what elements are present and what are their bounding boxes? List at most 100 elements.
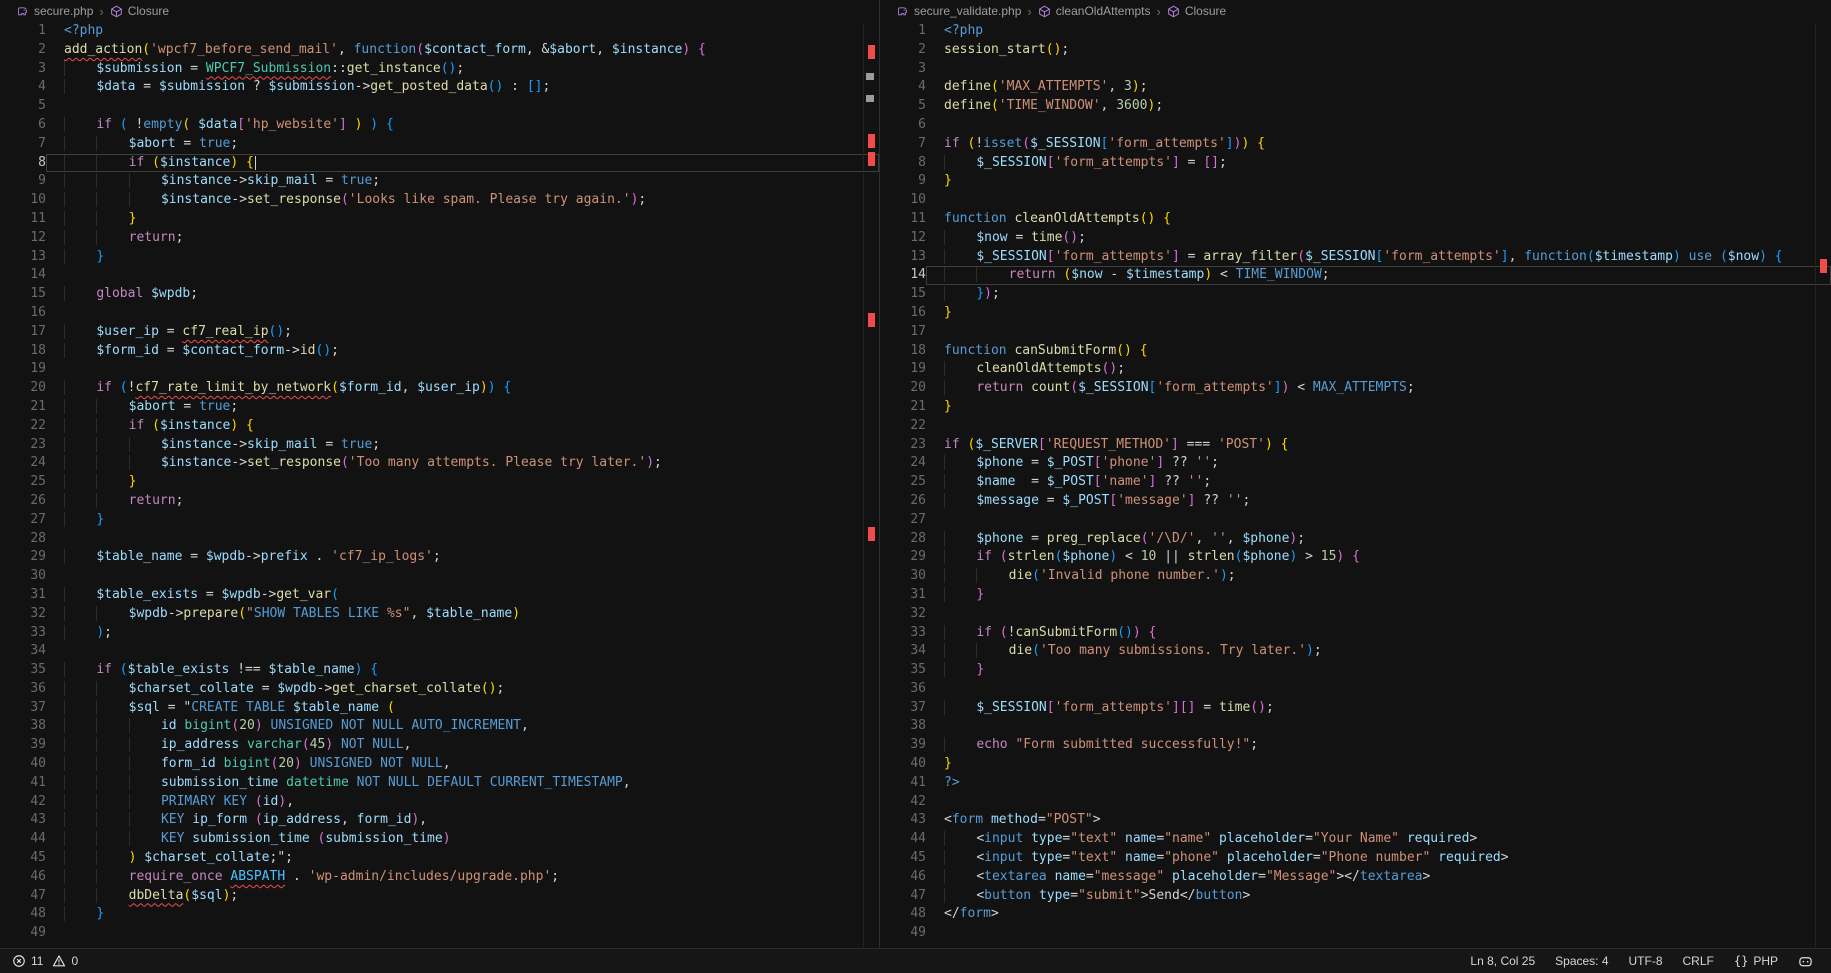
code-line[interactable]: 18function canSubmitForm() { <box>880 342 1831 361</box>
code-line[interactable]: 19 <box>0 360 879 379</box>
code-line[interactable]: 29 $table_name = $wpdb->prefix . 'cf7_ip… <box>0 548 879 567</box>
code-line[interactable]: 25 $name = $_POST['name'] ?? ''; <box>880 473 1831 492</box>
code-line[interactable]: 38 id bigint(20) UNSIGNED NOT NULL AUTO_… <box>0 717 879 736</box>
code-line[interactable]: 42 PRIMARY KEY (id), <box>0 793 879 812</box>
code-line[interactable]: 40} <box>880 755 1831 774</box>
code-line[interactable]: 21 $abort = true; <box>0 398 879 417</box>
code-line[interactable]: 1<?php <box>880 22 1831 41</box>
code-line[interactable]: 43 KEY ip_form (ip_address, form_id), <box>0 811 879 830</box>
code-line[interactable]: 49 <box>0 924 879 943</box>
code-line[interactable]: 29 if (strlen($phone) < 10 || strlen($ph… <box>880 548 1831 567</box>
code-line[interactable]: 10 $instance->set_response('Looks like s… <box>0 191 879 210</box>
code-line[interactable]: 3 $submission = WPCF7_Submission::get_in… <box>0 60 879 79</box>
code-line[interactable]: 31 } <box>880 586 1831 605</box>
code-line[interactable]: 6 if ( !empty( $data['hp_website'] ) ) { <box>0 116 879 135</box>
code-line[interactable]: 36 $charset_collate = $wpdb->get_charset… <box>0 680 879 699</box>
code-line[interactable]: 9 $instance->skip_mail = true; <box>0 172 879 191</box>
code-line[interactable]: 7 $abort = true; <box>0 135 879 154</box>
code-area[interactable]: 1<?php2session_start();34define('MAX_ATT… <box>880 22 1831 943</box>
code-line[interactable]: 47 <button type="submit">Send</button> <box>880 887 1831 906</box>
code-line[interactable]: 2add_action('wpcf7_before_send_mail', fu… <box>0 41 879 60</box>
code-line[interactable]: 32 $wpdb->prepare("SHOW TABLES LIKE %s",… <box>0 605 879 624</box>
code-line[interactable]: 35 } <box>880 661 1831 680</box>
code-line[interactable]: 18 $form_id = $contact_form->id(); <box>0 342 879 361</box>
code-line[interactable]: 17 <box>880 323 1831 342</box>
encoding-setting[interactable]: UTF-8 <box>1623 949 1669 973</box>
code-line[interactable]: 14 return ($now - $timestamp) < TIME_WIN… <box>880 266 1831 285</box>
code-line[interactable]: 16} <box>880 304 1831 323</box>
code-line[interactable]: 5define('TIME_WINDOW', 3600); <box>880 97 1831 116</box>
code-line[interactable]: 30 die('Invalid phone number.'); <box>880 567 1831 586</box>
code-line[interactable]: 11 } <box>0 210 879 229</box>
code-line[interactable]: 33 ); <box>0 624 879 643</box>
language-mode[interactable]: {} PHP <box>1728 949 1784 973</box>
code-line[interactable]: 2session_start(); <box>880 41 1831 60</box>
code-line[interactable]: 45 <input type="text" name="phone" place… <box>880 849 1831 868</box>
code-line[interactable]: 4 $data = $submission ? $submission->get… <box>0 78 879 97</box>
code-area[interactable]: 1<?php2add_action('wpcf7_before_send_mai… <box>0 22 879 943</box>
code-line[interactable]: 37 $_SESSION['form_attempts'][] = time()… <box>880 699 1831 718</box>
breadcrumb-item[interactable]: Closure <box>1167 4 1226 18</box>
code-line[interactable]: 49 <box>880 924 1831 943</box>
code-line[interactable]: 44 KEY submission_time (submission_time) <box>0 830 879 849</box>
code-line[interactable]: 41?> <box>880 774 1831 793</box>
code-line[interactable]: 23if ($_SERVER['REQUEST_METHOD'] === 'PO… <box>880 436 1831 455</box>
code-line[interactable]: 13 } <box>0 248 879 267</box>
code-line[interactable]: 1<?php <box>0 22 879 41</box>
code-line[interactable]: 41 submission_time datetime NOT NULL DEF… <box>0 774 879 793</box>
code-line[interactable]: 4define('MAX_ATTEMPTS', 3); <box>880 78 1831 97</box>
breadcrumb-item[interactable]: secure.php <box>16 4 93 18</box>
code-line[interactable]: 3 <box>880 60 1831 79</box>
code-line[interactable]: 14 <box>0 266 879 285</box>
code-line[interactable]: 15 global $wpdb; <box>0 285 879 304</box>
code-line[interactable]: 44 <input type="text" name="name" placeh… <box>880 830 1831 849</box>
code-line[interactable]: 28 <box>0 530 879 549</box>
cursor-position[interactable]: Ln 8, Col 25 <box>1464 949 1541 973</box>
code-line[interactable]: 23 $instance->skip_mail = true; <box>0 436 879 455</box>
code-line[interactable]: 33 if (!canSubmitForm()) { <box>880 624 1831 643</box>
code-line[interactable]: 13 $_SESSION['form_attempts'] = array_fi… <box>880 248 1831 267</box>
breadcrumb[interactable]: secure_validate.php›cleanOldAttempts›Clo… <box>880 0 1831 22</box>
code-line[interactable]: 45 ) $charset_collate;"; <box>0 849 879 868</box>
code-line[interactable]: 22 <box>880 417 1831 436</box>
code-line[interactable]: 31 $table_exists = $wpdb->get_var( <box>0 586 879 605</box>
overview-ruler[interactable] <box>1815 24 1831 948</box>
code-line[interactable]: 47 dbDelta($sql); <box>0 887 879 906</box>
code-line[interactable]: 12 $now = time(); <box>880 229 1831 248</box>
code-line[interactable]: 27 } <box>0 511 879 530</box>
code-line[interactable]: 40 form_id bigint(20) UNSIGNED NOT NULL, <box>0 755 879 774</box>
problems-indicator[interactable]: 11 0 <box>6 949 84 973</box>
eol-setting[interactable]: CRLF <box>1677 949 1720 973</box>
code-line[interactable]: 11function cleanOldAttempts() { <box>880 210 1831 229</box>
code-line[interactable]: 46 <textarea name="message" placeholder=… <box>880 868 1831 887</box>
code-line[interactable]: 39 ip_address varchar(45) NOT NULL, <box>0 736 879 755</box>
code-line[interactable]: 8 $_SESSION['form_attempts'] = []; <box>880 154 1831 173</box>
code-line[interactable]: 16 <box>0 304 879 323</box>
code-line[interactable]: 9} <box>880 172 1831 191</box>
code-line[interactable]: 38 <box>880 717 1831 736</box>
code-line[interactable]: 24 $phone = $_POST['phone'] ?? ''; <box>880 454 1831 473</box>
code-line[interactable]: 42 <box>880 793 1831 812</box>
breadcrumb-item[interactable]: secure_validate.php <box>896 4 1021 18</box>
breadcrumb-item[interactable]: Closure <box>110 4 169 18</box>
code-line[interactable]: 26 return; <box>0 492 879 511</box>
code-line[interactable]: 20 return count($_SESSION['form_attempts… <box>880 379 1831 398</box>
code-line[interactable]: 5 <box>0 97 879 116</box>
code-line[interactable]: 34 die('Too many submissions. Try later.… <box>880 642 1831 661</box>
code-line[interactable]: 15 }); <box>880 285 1831 304</box>
code-line[interactable]: 17 $user_ip = cf7_real_ip(); <box>0 323 879 342</box>
code-line[interactable]: 28 $phone = preg_replace('/\D/', '', $ph… <box>880 530 1831 549</box>
code-line[interactable]: 10 <box>880 191 1831 210</box>
breadcrumb[interactable]: secure.php›Closure <box>0 0 879 22</box>
code-line[interactable]: 6 <box>880 116 1831 135</box>
code-line[interactable]: 26 $message = $_POST['message'] ?? ''; <box>880 492 1831 511</box>
code-line[interactable]: 35 if ($table_exists !== $table_name) { <box>0 661 879 680</box>
code-line[interactable]: 12 return; <box>0 229 879 248</box>
code-line[interactable]: 39 echo "Form submitted successfully!"; <box>880 736 1831 755</box>
overview-ruler[interactable] <box>863 24 879 948</box>
code-line[interactable]: 22 if ($instance) { <box>0 417 879 436</box>
code-line[interactable]: 34 <box>0 642 879 661</box>
code-line[interactable]: 48</form> <box>880 905 1831 924</box>
code-line[interactable]: 20 if (!cf7_rate_limit_by_network($form_… <box>0 379 879 398</box>
code-line[interactable]: 25 } <box>0 473 879 492</box>
